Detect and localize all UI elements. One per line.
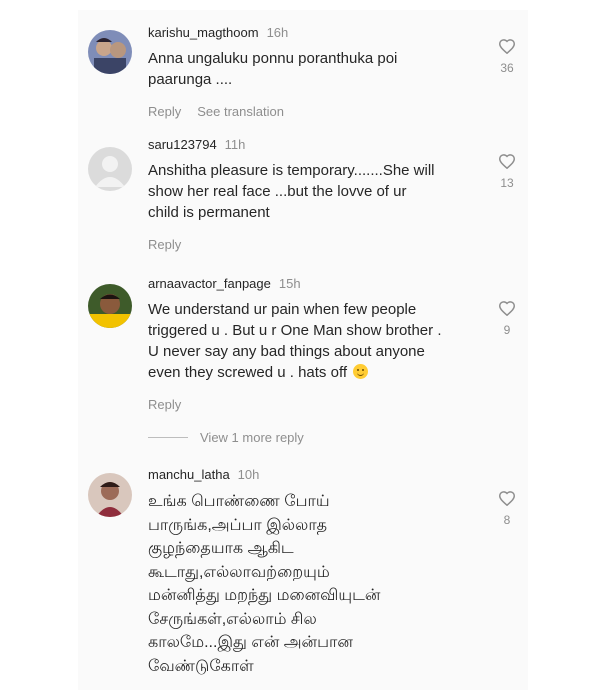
comment-line: even they screwed u . hats off [148, 362, 478, 383]
divider [148, 437, 188, 438]
comment-line: காலமே...இது என் அன்பான [148, 634, 353, 651]
comment-line: Anna ungaluku ponnu poranthuka poi [148, 50, 398, 67]
username[interactable]: manchu_latha [148, 467, 230, 482]
comment-line: U never say any bad things about anyone [148, 343, 425, 360]
timestamp: 11h [224, 137, 246, 152]
username[interactable]: karishu_magthoom [148, 25, 259, 40]
username[interactable]: saru123794 [148, 137, 217, 152]
comment-line: paarunga .... [148, 71, 233, 88]
like-control: 13 [493, 153, 521, 190]
view-more-label: View 1 more reply [200, 430, 304, 445]
comment-meta: arnaavactor_fanpage 15h [148, 276, 478, 292]
comment-text: Anshitha pleasure is temporary.......She… [148, 160, 478, 223]
like-count: 36 [500, 61, 514, 75]
username[interactable]: arnaavactor_fanpage [148, 276, 271, 291]
comment-actions: Reply See translation [148, 104, 478, 120]
heart-icon[interactable] [498, 490, 516, 506]
comment-line: பாருங்க,அப்பா இல்லாத [148, 516, 328, 534]
avatar[interactable] [88, 30, 132, 74]
comment-text: உங்க பொண்ணை போய் பாருங்க,அப்பா இல்லாத கு… [148, 490, 478, 678]
like-count: 9 [503, 323, 511, 337]
like-control: 8 [493, 490, 521, 527]
comment-line: உங்க பொண்ணை போய் [148, 493, 330, 510]
comment-line: We understand ur pain when few people [148, 301, 417, 318]
reply-button[interactable]: Reply [148, 237, 181, 252]
reply-button[interactable]: Reply [148, 104, 181, 119]
reply-button[interactable]: Reply [148, 397, 181, 412]
see-translation-button[interactable]: See translation [197, 104, 284, 119]
comment-meta: manchu_latha 10h [148, 467, 478, 483]
heart-icon[interactable] [498, 300, 516, 316]
timestamp: 16h [266, 25, 289, 40]
smiling-face-icon [353, 364, 369, 379]
comment-meta: karishu_magthoom 16h [148, 25, 478, 41]
comment-line: குழந்தையாக ஆகிட [148, 540, 294, 557]
comment-line: சேருங்கள்,எல்லாம் சில [148, 610, 317, 628]
avatar[interactable] [88, 147, 132, 191]
like-control: 36 [493, 38, 521, 75]
comment-meta: saru123794 11h [148, 137, 478, 153]
comment-line: மன்னித்து மறந்து மனைவியுடன் [148, 587, 381, 604]
comment-line: Anshitha pleasure is temporary.......She… [148, 162, 435, 179]
comment-actions: Reply [148, 397, 478, 413]
comment-line: child is permanent [148, 204, 270, 221]
comment-line: வேண்டுகோள் [148, 657, 254, 675]
like-control: 9 [493, 300, 521, 337]
like-count: 13 [500, 176, 514, 190]
timestamp: 10h [237, 467, 260, 482]
avatar[interactable] [88, 284, 132, 328]
timestamp: 15h [278, 276, 301, 291]
like-count: 8 [503, 513, 511, 527]
heart-icon[interactable] [498, 38, 516, 54]
comment-line: show her real face ...but the lovve of u… [148, 183, 407, 200]
heart-icon[interactable] [498, 153, 516, 169]
view-more-replies-button[interactable]: View 1 more reply [148, 430, 304, 445]
comment-line: கூடாது,எல்லாவற்றையும் [148, 563, 330, 581]
comment-line: triggered u . But u r One Man show broth… [148, 322, 442, 339]
comment-actions: Reply [148, 237, 478, 253]
comment-text: We understand ur pain when few people tr… [148, 299, 478, 383]
comment-text: Anna ungaluku ponnu poranthuka poi paaru… [148, 48, 478, 90]
comments-panel: karishu_magthoom 16h Anna ungaluku ponnu … [78, 10, 528, 690]
avatar[interactable] [88, 473, 132, 517]
comment-line-text: even they screwed u . hats off [148, 364, 348, 381]
